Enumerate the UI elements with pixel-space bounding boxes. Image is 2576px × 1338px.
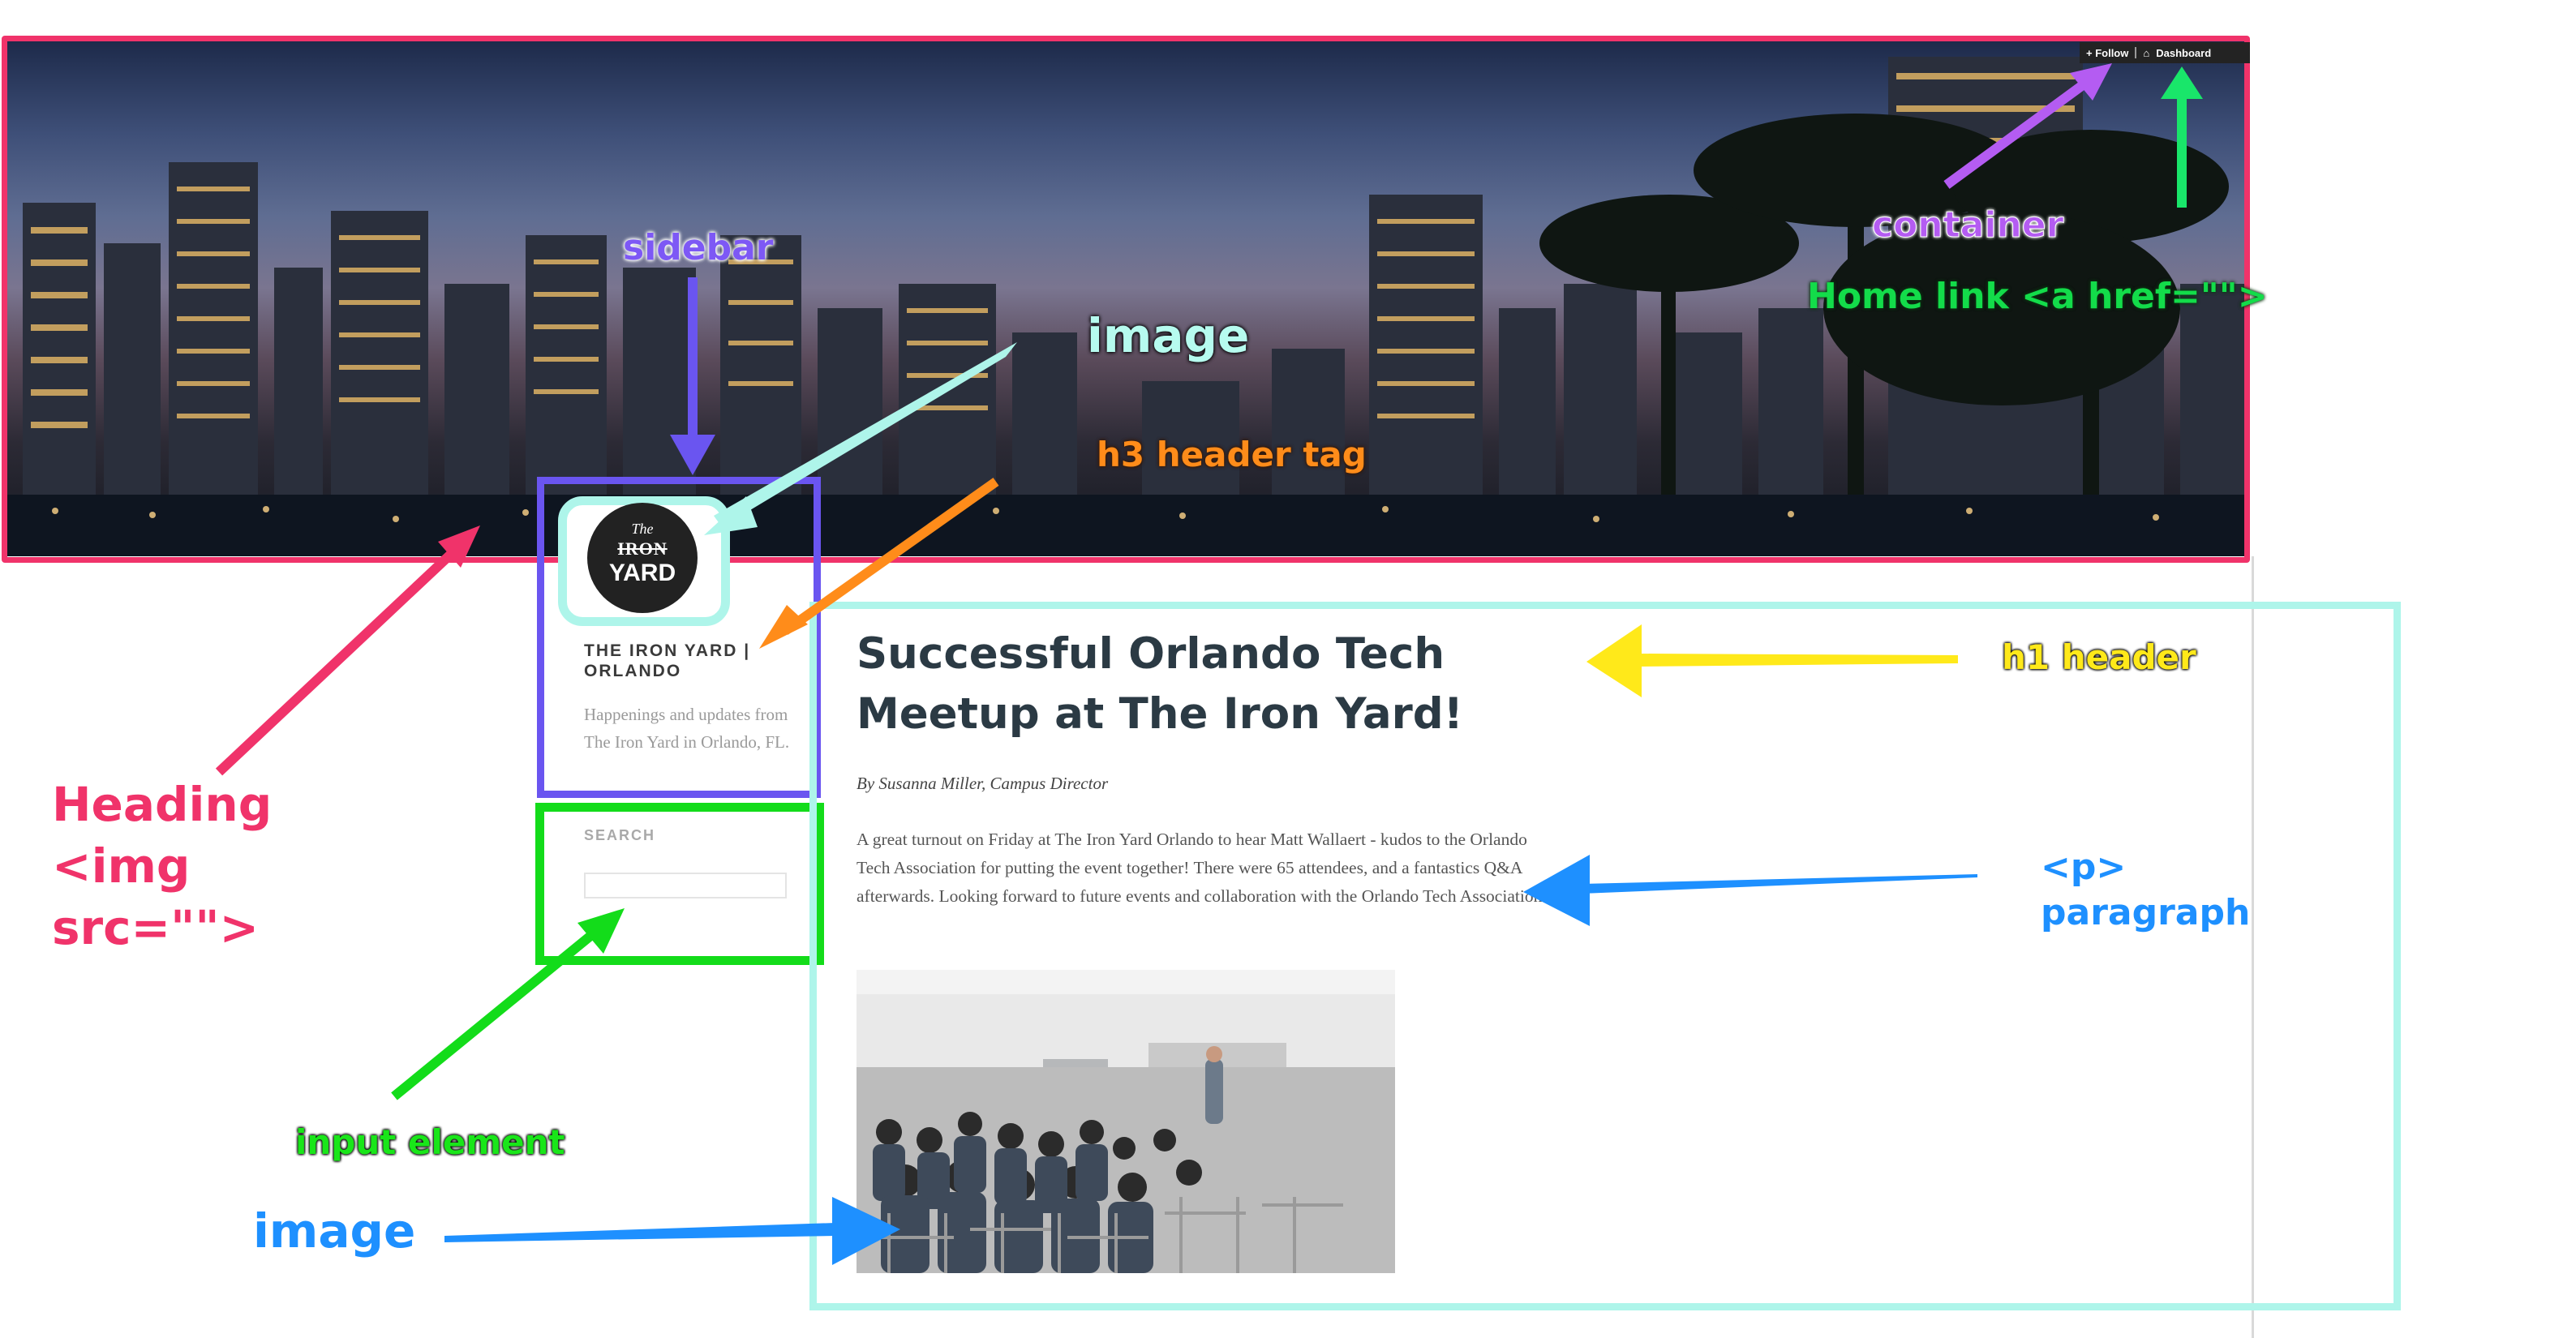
admin-bar-divider [2135, 47, 2137, 58]
post-title[interactable]: Successful Orlando Tech Meetup at The Ir… [857, 624, 1570, 744]
site-title[interactable]: THE IRON YARD | ORLANDO [584, 641, 795, 681]
logo-text-the: The [631, 521, 654, 537]
follow-link[interactable]: + Follow [2086, 47, 2128, 59]
post-image[interactable] [857, 970, 1395, 1273]
dashboard-link[interactable]: Dashboard [2156, 47, 2211, 59]
label-heading-img: Heading <img src=""> [52, 777, 273, 955]
logo-text-yard: YARD [608, 560, 676, 586]
search-input[interactable] [584, 873, 787, 898]
label-h3-tag: h3 header tag [1097, 435, 1367, 474]
site-description: Happenings and updates from The Iron Yar… [584, 705, 790, 752]
logo-text-iron: IRON [617, 538, 668, 559]
post-paragraph: A great turnout on Friday at The Iron Ya… [857, 830, 1548, 906]
label-image-bottom: image [253, 1203, 416, 1259]
post-byline: By Susanna Miller, Campus Director [857, 774, 1109, 793]
label-container: container [1871, 204, 2064, 247]
admin-bar: + Follow ⌂ Dashboard [2080, 42, 2250, 63]
home-icon: ⌂ [2143, 46, 2150, 59]
label-home-link: Home link <a href=""> [1807, 276, 2268, 317]
label-p-tag: <p> [2041, 847, 2127, 888]
label-input-element: input element [295, 1122, 565, 1162]
label-image-top: image [1087, 308, 1250, 363]
label-paragraph: paragraph [2041, 892, 2251, 933]
search-label: SEARCH [584, 827, 656, 843]
site-logo[interactable]: The IRON YARD [587, 503, 698, 613]
label-sidebar: sidebar [623, 227, 774, 268]
label-h1-header: h1 header [2002, 637, 2196, 677]
